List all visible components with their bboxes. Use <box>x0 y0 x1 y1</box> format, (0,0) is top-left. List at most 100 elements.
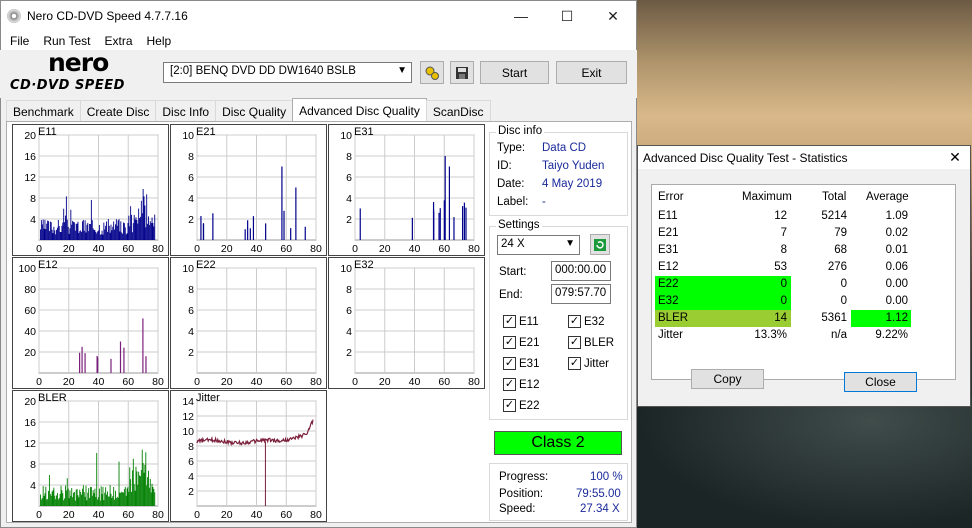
maximize-button[interactable]: ☐ <box>544 1 590 31</box>
menu-file[interactable]: File <box>3 34 36 48</box>
drive-settings-button[interactable] <box>420 61 444 84</box>
chart-title: E12 <box>38 259 58 271</box>
tab-bar: Benchmark Create Disc Disc Info Disc Qua… <box>6 98 491 122</box>
chart-e21-svg: 2 4 6 8 10 0 20 40 60 80 <box>182 130 322 255</box>
copy-button[interactable]: Copy <box>691 369 764 389</box>
checkbox-label: E21 <box>519 336 540 349</box>
date-value: 4 May 2019 <box>542 178 603 190</box>
y-tick-label: 80 <box>24 284 36 296</box>
checkbox-bler[interactable]: ✓ BLER <box>568 336 614 349</box>
x-tick-label: 20 <box>63 243 75 255</box>
x-tick-label: 80 <box>152 243 164 255</box>
x-tick-label: 80 <box>152 509 164 521</box>
y-tick-label: 8 <box>346 284 352 296</box>
y-tick-label: 12 <box>24 438 36 450</box>
header-total: Total <box>822 191 847 203</box>
checkbox-label: E11 <box>519 315 539 328</box>
x-tick-label: 80 <box>152 376 164 388</box>
minimize-button[interactable]: — <box>498 1 544 31</box>
chart-e22-svg: 2 4 6 8 10 0 20 40 60 80 <box>182 263 322 388</box>
stat-name: E22 <box>658 278 679 290</box>
checkbox-e11[interactable]: ✓ E11 <box>503 315 539 328</box>
checkbox-e31[interactable]: ✓ E31 <box>503 357 539 370</box>
chart-e31: 2 4 6 8 10 0 20 40 60 80 E31 <box>328 124 485 256</box>
chevron-down-icon: ▼ <box>397 65 407 76</box>
menu-extra[interactable]: Extra <box>97 34 139 48</box>
y-tick-label: 16 <box>24 417 36 429</box>
checkbox-e21[interactable]: ✓ E21 <box>503 336 539 349</box>
checkbox-check-icon: ✓ <box>503 399 516 412</box>
start-label: Start: <box>499 266 527 278</box>
checkbox-check-icon: ✓ <box>503 315 516 328</box>
checkbox-e22[interactable]: ✓ E22 <box>503 399 539 412</box>
y-tick-label: 10 <box>182 263 194 275</box>
chart-title: E32 <box>354 259 374 271</box>
x-tick-label: 20 <box>221 243 233 255</box>
x-tick-label: 80 <box>310 243 322 255</box>
close-button[interactable]: ✕ <box>590 1 636 31</box>
menu-run-test[interactable]: Run Test <box>36 34 97 48</box>
statistics-close-icon[interactable]: ✕ <box>940 149 970 166</box>
chart-e22: 2 4 6 8 10 0 20 40 60 80 E22 <box>170 257 327 389</box>
refresh-button[interactable] <box>590 234 610 255</box>
type-label: Type: <box>497 142 526 154</box>
stat-avg: 1.12 <box>885 312 908 324</box>
speed-value: 27.34 X <box>580 503 620 515</box>
statistics-title: Advanced Disc Quality Test - Statistics <box>643 150 848 165</box>
y-tick-label: 60 <box>24 305 36 317</box>
y-tick-label: 20 <box>24 347 36 359</box>
tab-benchmark[interactable]: Benchmark <box>6 100 81 121</box>
statistics-row-e12: E12 53 276 0.06 <box>652 259 952 276</box>
start-input[interactable]: 000:00.00 <box>551 261 611 281</box>
speed-select[interactable]: 24 X ▼ <box>497 235 580 255</box>
id-label: ID: <box>497 160 512 172</box>
statistics-title-bar[interactable]: Advanced Disc Quality Test - Statistics … <box>638 146 970 169</box>
checkbox-label: E12 <box>519 378 540 391</box>
y-tick-label: 4 <box>30 214 36 226</box>
drive-select[interactable]: [2:0] BENQ DVD DD DW1640 BSLB ▼ <box>163 62 412 83</box>
tab-disc-info[interactable]: Disc Info <box>155 100 217 121</box>
end-input[interactable]: 079:57.70 <box>551 284 611 304</box>
y-tick-label: 4 <box>30 480 36 492</box>
tab-disc-quality[interactable]: Disc Quality <box>215 100 294 121</box>
checkbox-jitter[interactable]: ✓ Jitter <box>568 357 609 370</box>
x-tick-label: 0 <box>352 376 358 388</box>
start-button[interactable]: Start <box>480 61 549 84</box>
chart-title: Jitter <box>196 392 220 404</box>
stat-max: 7 <box>780 227 787 239</box>
stat-name: E12 <box>658 261 679 273</box>
stat-max: 0 <box>780 295 787 307</box>
y-tick-label: 6 <box>188 172 194 184</box>
checkbox-label: Jitter <box>584 357 609 370</box>
progress-value: 100 % <box>590 471 623 483</box>
statistics-row-e22: E22 0 0 0.00 <box>652 276 952 293</box>
statistics-row-jitter: Jitter 13.3% n/a 9.22% <box>652 327 952 344</box>
nero-logo: nero CD·DVD SPEED <box>8 48 158 94</box>
tab-scandisc[interactable]: ScanDisc <box>425 100 491 121</box>
tab-create-disc[interactable]: Create Disc <box>79 100 157 121</box>
y-tick-label: 4 <box>188 471 194 483</box>
label-value: - <box>542 196 546 208</box>
x-tick-label: 40 <box>93 376 105 388</box>
x-tick-label: 40 <box>93 243 105 255</box>
save-button[interactable] <box>450 61 474 84</box>
logo-nero-text: nero <box>48 48 109 77</box>
checkbox-label: E22 <box>519 399 540 412</box>
window-title: Nero CD-DVD Speed 4.7.7.16 <box>27 9 188 23</box>
exit-button[interactable]: Exit <box>556 61 627 84</box>
tab-advanced-disc-quality[interactable]: Advanced Disc Quality <box>292 98 427 121</box>
y-tick-label: 8 <box>188 441 194 453</box>
disc-info-title: Disc info <box>496 125 545 137</box>
stats-close-button[interactable]: Close <box>844 372 917 392</box>
stat-total: 68 <box>834 244 847 256</box>
checkbox-e32[interactable]: ✓ E32 <box>568 315 604 328</box>
x-tick-label: 0 <box>36 509 42 521</box>
type-value: Data CD <box>542 142 587 154</box>
title-bar[interactable]: Nero CD-DVD Speed 4.7.7.16 — ☐ ✕ <box>1 1 636 31</box>
checkbox-e12[interactable]: ✓ E12 <box>503 378 539 391</box>
menu-help[interactable]: Help <box>140 34 179 48</box>
y-tick-label: 6 <box>346 305 352 317</box>
chart-e21: 2 4 6 8 10 0 20 40 60 80 E21 <box>170 124 327 256</box>
chart-e31-svg: 2 4 6 8 10 0 20 40 60 80 <box>340 130 480 255</box>
stat-total: 0 <box>840 278 847 290</box>
